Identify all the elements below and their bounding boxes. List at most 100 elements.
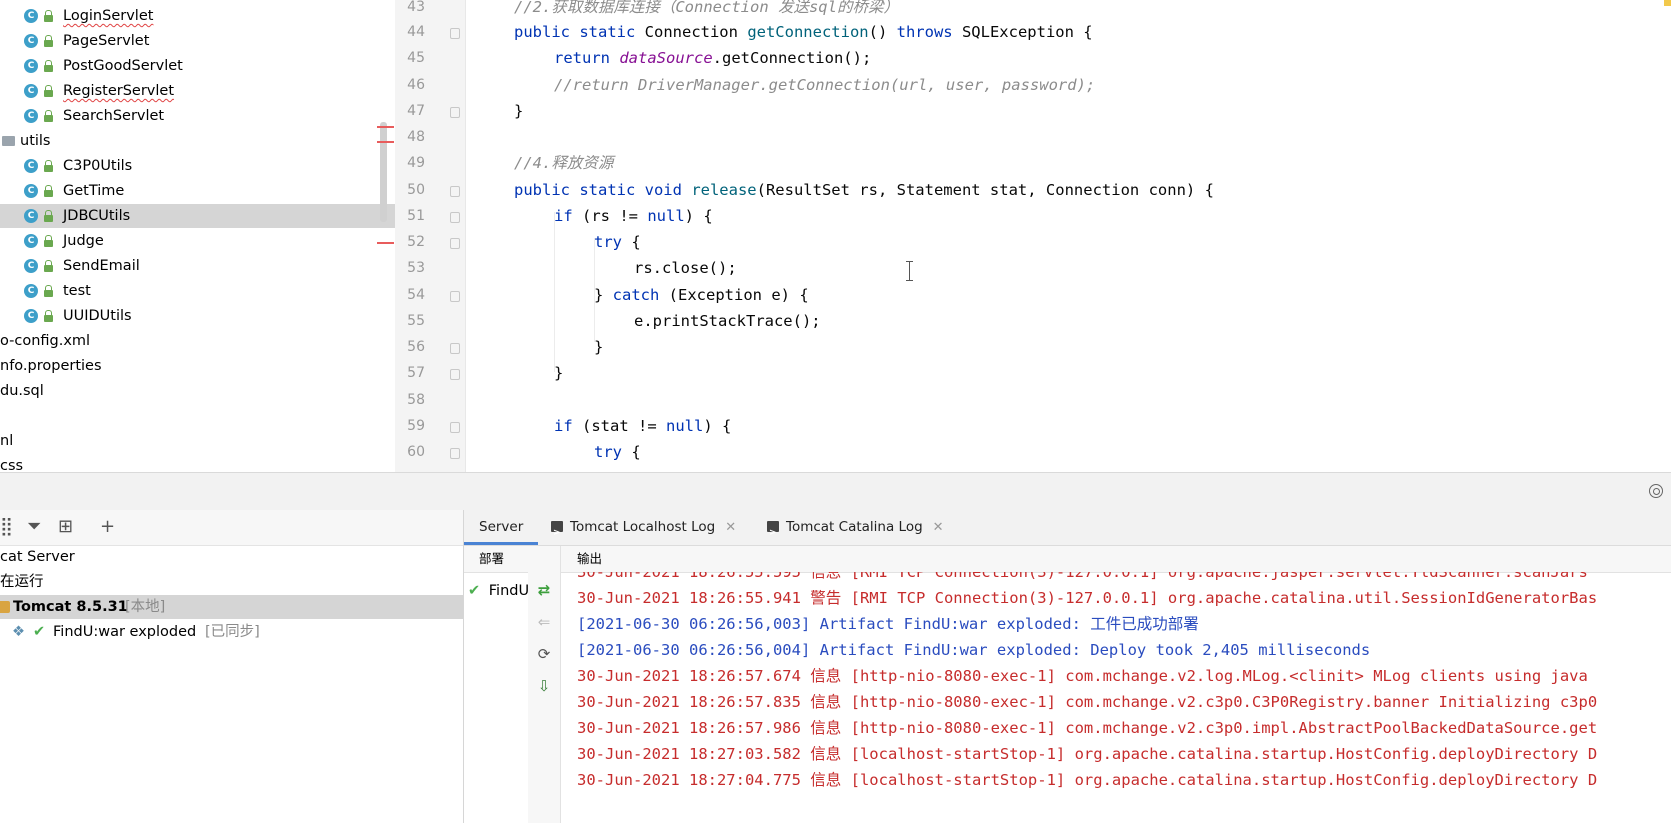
error-stripe-mark[interactable]	[377, 242, 394, 244]
tree-item-label: PostGoodServlet	[63, 58, 183, 74]
lock-icon	[43, 210, 53, 222]
code-line-60: try {	[594, 443, 641, 461]
lock-icon	[43, 60, 53, 72]
filter-icon[interactable]: ⏷	[27, 515, 41, 539]
tree-item-sendemail[interactable]: C SendEmail	[0, 254, 395, 278]
service-suffix: [本地]	[125, 599, 166, 615]
fold-icon[interactable]	[450, 448, 460, 459]
console-icon	[767, 516, 779, 551]
lock-icon	[43, 110, 53, 122]
class-icon: C	[24, 159, 38, 173]
line-number: 45	[407, 50, 425, 66]
code-line-54: } catch (Exception e) {	[594, 286, 809, 304]
line-number: 51	[407, 208, 425, 224]
class-icon: C	[24, 59, 38, 73]
code-line-51: if (rs != null) {	[554, 207, 713, 225]
services-tool-header	[0, 472, 1671, 511]
fold-icon[interactable]	[450, 186, 460, 197]
refresh-icon[interactable]: ⟳	[536, 646, 552, 662]
tree-item-label: o-config.xml	[0, 333, 91, 349]
tree-item-loginservlet[interactable]: C LoginServlet	[0, 4, 395, 28]
fold-icon[interactable]	[450, 422, 460, 433]
tree-item-label: PageServlet	[63, 33, 150, 49]
fold-icon[interactable]	[450, 107, 460, 118]
service-group-running[interactable]: 在运行	[0, 570, 463, 594]
tree-item-label: GetTime	[63, 183, 125, 199]
error-stripe-mark[interactable]	[377, 141, 394, 143]
download-icon[interactable]: ⇩	[536, 678, 552, 694]
code-line-59: if (stat != null) {	[554, 417, 732, 435]
group-icon[interactable]: ⣿	[0, 515, 13, 539]
tree-item-label: C3P0Utils	[63, 158, 133, 174]
tree-folder-utils[interactable]: utils	[0, 129, 395, 153]
tree-item-config-xml[interactable]: o-config.xml	[0, 329, 395, 353]
tree-item-searchservlet[interactable]: C SearchServlet	[0, 104, 395, 128]
service-artifact[interactable]: ❖ ✔ FindU:war exploded [已同步]	[0, 620, 463, 644]
fold-icon[interactable]	[450, 291, 460, 302]
deployment-item[interactable]: ✔ FindU	[464, 580, 528, 602]
log-line: [2021-06-30 06:26:56,004] Artifact FindU…	[577, 641, 1371, 659]
console-output[interactable]: 30-Jun-2021 18:26:55.595 信息 [RMI TCP Con…	[577, 572, 1671, 823]
service-tomcat[interactable]: Tomcat 8.5.31 [本地]	[0, 595, 463, 619]
tree-item-registerservlet[interactable]: C RegisterServlet	[0, 79, 395, 103]
tab-tomcat-catalina-log[interactable]: Tomcat Catalina Log✕	[767, 510, 944, 551]
tree-item-css[interactable]: css	[0, 454, 395, 472]
undeploy-icon[interactable]: ⇐	[536, 614, 552, 630]
close-icon[interactable]: ✕	[933, 520, 944, 535]
tree-item-properties[interactable]: nfo.properties	[0, 354, 395, 378]
line-number: 55	[407, 313, 425, 329]
close-icon[interactable]: ✕	[725, 520, 736, 535]
tree-scrollbar[interactable]	[380, 122, 387, 222]
error-stripe-mark[interactable]	[377, 126, 394, 128]
tree-item-test[interactable]: C test	[0, 279, 395, 303]
code-line-50: public static void release(ResultSet rs,…	[514, 181, 1214, 199]
tree-item-sql[interactable]: du.sql	[0, 379, 395, 403]
code-editor[interactable]: //2.获取数据库连接（Connection 发送sql的桥梁） public …	[466, 0, 1671, 472]
tree-item-html[interactable]: nl	[0, 429, 395, 453]
tree-item-label: SearchServlet	[63, 108, 165, 124]
line-number: 53	[407, 260, 425, 276]
tree-item-label: test	[63, 283, 91, 299]
tree-item-postgoodservlet[interactable]: C PostGoodServlet	[0, 54, 395, 78]
line-number: 59	[407, 418, 425, 434]
service-group-tomcat[interactable]: cat Server	[0, 545, 463, 569]
add-icon[interactable]: +	[100, 515, 115, 539]
tree-item-judge[interactable]: C Judge	[0, 229, 395, 253]
line-number: 44	[407, 24, 425, 40]
fold-icon[interactable]	[450, 238, 460, 249]
service-label: Tomcat 8.5.31	[13, 599, 128, 615]
tree-item-pageservlet[interactable]: C PageServlet	[0, 29, 395, 53]
tree-item-uuidutils[interactable]: C UUIDUtils	[0, 304, 395, 328]
tree-item-jdbcutils[interactable]: C JDBCUtils	[0, 204, 395, 228]
class-icon: C	[24, 34, 38, 48]
tree-item-c3p0utils[interactable]: C C3P0Utils	[0, 154, 395, 178]
class-icon: C	[24, 9, 38, 23]
line-number: 49	[407, 155, 425, 171]
log-line: 30-Jun-2021 18:27:04.775 信息 [localhost-s…	[577, 771, 1598, 789]
code-line-46: //return DriverManager.getConnection(url…	[554, 76, 1096, 94]
fold-icon[interactable]	[450, 343, 460, 354]
folder-icon	[2, 136, 15, 146]
warning-marker[interactable]	[1664, 0, 1671, 6]
header-deploy: 部署	[479, 551, 505, 566]
tab-tomcat-localhost-log[interactable]: Tomcat Localhost Log✕	[551, 510, 736, 551]
fold-icon[interactable]	[450, 28, 460, 39]
class-icon: C	[24, 259, 38, 273]
tree-item-gettime[interactable]: C GetTime	[0, 179, 395, 203]
class-icon: C	[24, 309, 38, 323]
settings-icon[interactable]	[1649, 484, 1663, 498]
pin-icon[interactable]: ⊞	[58, 515, 73, 539]
tree-item-label: nfo.properties	[0, 358, 102, 374]
log-line: 30-Jun-2021 18:26:55.941 警告 [RMI TCP Con…	[577, 589, 1598, 607]
tab-server[interactable]: Server	[464, 510, 539, 545]
fold-icon[interactable]	[450, 212, 460, 223]
log-line: 30-Jun-2021 18:26:57.674 信息 [http-nio-80…	[577, 667, 1588, 685]
class-icon: C	[24, 84, 38, 98]
line-number: 46	[407, 77, 425, 93]
log-line: 30-Jun-2021 18:26:55.595 信息 [RMI TCP Con…	[577, 572, 1588, 581]
deploy-icon[interactable]: ⇄	[536, 582, 552, 598]
lock-icon	[43, 285, 53, 297]
fold-icon[interactable]	[450, 369, 460, 380]
header-output: 输出	[577, 551, 603, 566]
check-icon: ✔	[33, 624, 46, 640]
